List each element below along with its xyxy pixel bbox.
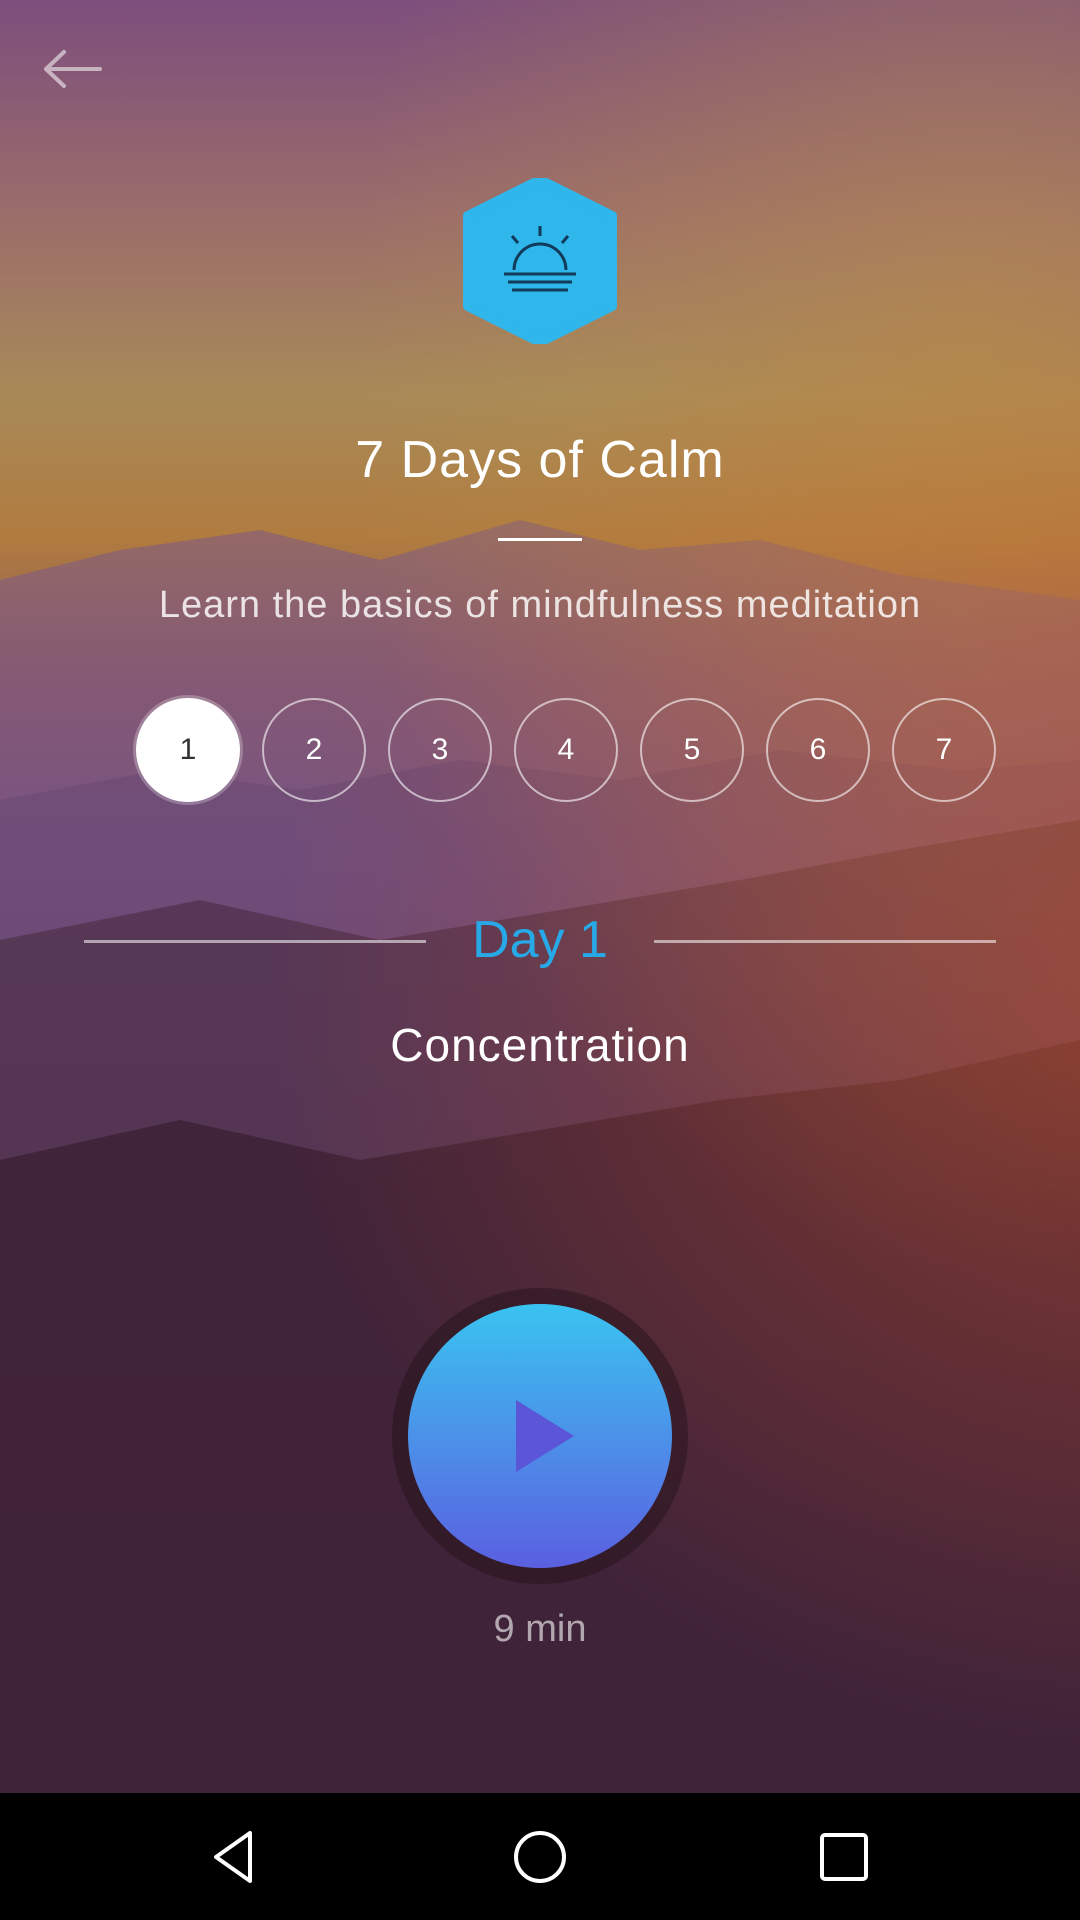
- program-subtitle: Learn the basics of mindfulness meditati…: [158, 584, 922, 626]
- session-duration: 9 min: [493, 1608, 587, 1650]
- program-title: 7 Days of Calm: [355, 431, 725, 489]
- nav-back-icon[interactable]: [204, 1825, 268, 1889]
- day-1-button[interactable]: 1: [136, 698, 240, 802]
- day-7-button[interactable]: 7: [892, 698, 996, 802]
- day-6-button[interactable]: 6: [766, 698, 870, 802]
- session-name: Concentration: [390, 1019, 690, 1071]
- nav-home-icon[interactable]: [508, 1825, 572, 1889]
- program-screen: 7 Days of Calm Learn the basics of mindf…: [0, 0, 1080, 1793]
- nav-recents-icon[interactable]: [812, 1825, 876, 1889]
- arrow-left-icon[interactable]: [38, 44, 106, 94]
- day-divider-right: [654, 940, 996, 943]
- day-5-button[interactable]: 5: [640, 698, 744, 802]
- day-3-button[interactable]: 3: [388, 698, 492, 802]
- day-2-button[interactable]: 2: [262, 698, 366, 802]
- day-4-button[interactable]: 4: [514, 698, 618, 802]
- system-navigation-bar: [0, 1793, 1080, 1920]
- title-divider: [498, 538, 582, 541]
- play-icon: [516, 1400, 574, 1472]
- sunrise-icon: [463, 178, 617, 344]
- play-button[interactable]: [408, 1304, 672, 1568]
